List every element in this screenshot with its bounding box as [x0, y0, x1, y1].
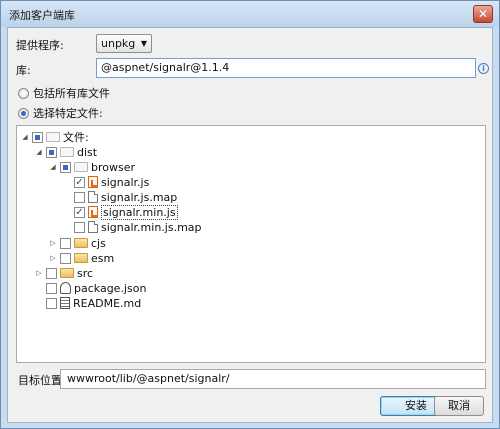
checkbox-file-checked[interactable]: ✓ [74, 206, 85, 218]
radio-include-all-button[interactable] [18, 87, 29, 99]
file-tree: ◢ 文件: ◢ dist ◢ browser ✓ signalr.js sign… [16, 125, 486, 363]
tree-node-file[interactable]: signalr.js.map [74, 190, 177, 204]
file-icon [88, 191, 98, 203]
checkbox-readme[interactable] [46, 297, 57, 309]
title-bar[interactable]: 添加客户端库 ✕ [1, 1, 499, 27]
collapse-icon[interactable]: ◢ [21, 133, 29, 141]
folder-open-icon [60, 147, 74, 157]
tree-label-file: signalr.js.map [101, 190, 178, 204]
close-icon[interactable]: ✕ [473, 5, 493, 23]
tree-label-cjs: cjs [91, 236, 106, 250]
tree-node-dist[interactable]: ◢ dist [35, 145, 97, 159]
tree-label-root: 文件: [63, 131, 89, 144]
dialog-body: 提供程序: unpkg ▼ 库: @aspnet/signalr@1.1.4 i… [7, 27, 493, 423]
expand-icon[interactable]: ▷ [35, 269, 43, 277]
checkbox-file-checked[interactable]: ✓ [74, 176, 85, 188]
window-title: 添加客户端库 [9, 9, 75, 22]
provider-label: 提供程序: [16, 39, 64, 52]
tree-label-file: signalr.min.js [101, 204, 178, 220]
tree-node-cjs[interactable]: ▷ cjs [49, 236, 106, 250]
document-icon [60, 297, 70, 309]
checkbox-cjs[interactable] [60, 237, 71, 249]
tree-node-file[interactable]: ✓ signalr.js [74, 175, 149, 189]
radio-choose-specific[interactable]: 选择特定文件: [18, 106, 103, 120]
js-file-icon [88, 206, 98, 218]
target-label: 目标位置: [18, 374, 66, 387]
target-location-input[interactable]: wwwroot/lib/@aspnet/signalr/ [60, 369, 486, 389]
provider-select[interactable]: unpkg ▼ [96, 34, 152, 53]
folder-open-icon [46, 132, 60, 142]
checkbox-file[interactable] [74, 221, 85, 233]
radio-choose-specific-label: 选择特定文件: [33, 107, 103, 120]
tree-node-root[interactable]: ◢ 文件: [21, 130, 89, 144]
tree-label-esm: esm [91, 251, 115, 265]
provider-value: unpkg [101, 37, 136, 50]
tree-label-file: signalr.js [101, 175, 150, 189]
expand-icon[interactable]: ▷ [49, 254, 57, 262]
checkbox-root[interactable] [32, 131, 43, 143]
folder-open-icon [74, 162, 88, 172]
radio-include-all-label: 包括所有库文件 [33, 87, 110, 100]
library-input[interactable]: @aspnet/signalr@1.1.4 [96, 58, 476, 78]
checkbox-browser[interactable] [60, 161, 71, 173]
cancel-button[interactable]: 取消 [434, 396, 484, 416]
tree-node-browser[interactable]: ◢ browser [49, 160, 135, 174]
checkbox-dist[interactable] [46, 146, 57, 158]
tree-node-readme[interactable]: README.md [46, 296, 141, 310]
collapse-icon[interactable]: ◢ [35, 148, 43, 156]
tree-node-esm[interactable]: ▷ esm [49, 251, 114, 265]
info-icon[interactable]: i [478, 63, 489, 74]
tree-node-src[interactable]: ▷ src [35, 266, 93, 280]
radio-include-all[interactable]: 包括所有库文件 [18, 86, 110, 100]
tree-label-browser: browser [91, 160, 136, 174]
library-label: 库: [16, 64, 31, 77]
js-file-icon [88, 176, 98, 188]
checkbox-file[interactable] [74, 191, 85, 203]
tree-node-package[interactable]: package.json [46, 281, 146, 295]
tree-label-readme: README.md [73, 296, 142, 310]
checkbox-package[interactable] [46, 282, 57, 294]
folder-icon [74, 238, 88, 248]
expand-icon[interactable]: ▷ [49, 239, 57, 247]
dialog-window: 添加客户端库 ✕ 提供程序: unpkg ▼ 库: @aspnet/signal… [0, 0, 500, 429]
tree-label-src: src [77, 266, 94, 280]
tree-node-file[interactable]: signalr.min.js.map [74, 220, 202, 234]
chevron-down-icon: ▼ [140, 39, 147, 48]
checkbox-esm[interactable] [60, 252, 71, 264]
folder-icon [74, 253, 88, 263]
package-icon [60, 282, 71, 294]
folder-icon [60, 268, 74, 278]
file-icon [88, 221, 98, 233]
tree-label-package: package.json [74, 281, 147, 295]
checkbox-src[interactable] [46, 267, 57, 279]
radio-choose-specific-button[interactable] [18, 107, 29, 119]
tree-label-file: signalr.min.js.map [101, 220, 202, 234]
tree-node-file[interactable]: ✓ signalr.min.js [74, 204, 178, 220]
tree-label-dist: dist [77, 145, 98, 159]
collapse-icon[interactable]: ◢ [49, 163, 57, 171]
